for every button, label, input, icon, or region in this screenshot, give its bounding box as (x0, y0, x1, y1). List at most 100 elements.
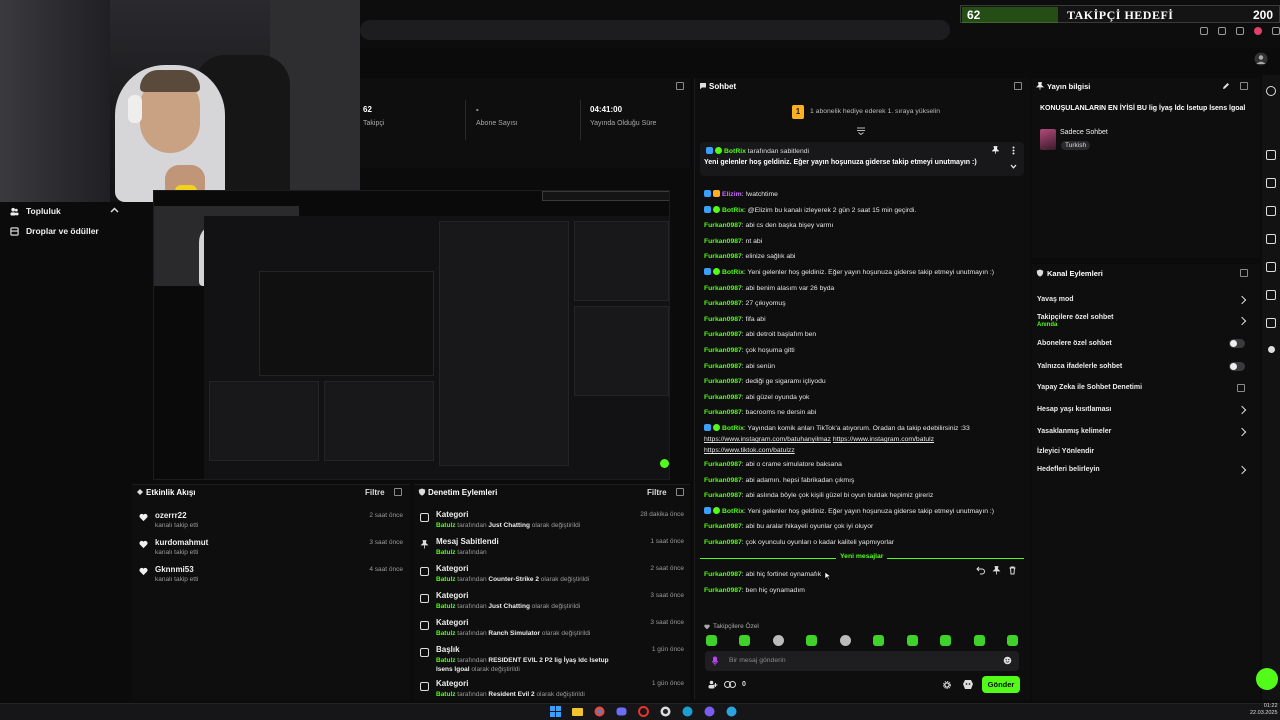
chat-message[interactable]: Furkan0987: abi senün (704, 361, 1024, 372)
instagram-link[interactable]: https://www.instagram.com/batuhanyilmaz (704, 436, 831, 443)
star-icon[interactable] (1200, 27, 1208, 35)
address-bar[interactable] (360, 20, 950, 40)
file-explorer-icon[interactable] (572, 706, 583, 717)
extension-icon[interactable] (1218, 27, 1226, 35)
instagram-link[interactable]: https://www.instagram.com/batulz (833, 436, 934, 443)
discord-icon[interactable] (616, 706, 627, 717)
emote-icon[interactable] (839, 635, 851, 646)
pinned-message[interactable]: BotRix tarafından sabitlendi Yeni gelenl… (700, 142, 1024, 176)
chat-message[interactable]: Furkan0987: abi o crame simulatore baksa… (704, 459, 1024, 470)
chat-message[interactable]: Furkan0987: ben hiç oynamadım (704, 585, 1024, 596)
document-icon[interactable] (1266, 206, 1276, 216)
emote-icon[interactable] (1006, 635, 1018, 646)
sidebar-icon[interactable] (1236, 27, 1244, 35)
emoji-icon[interactable] (1003, 656, 1012, 665)
chrome-icon[interactable] (594, 706, 605, 717)
expand-icon[interactable] (1266, 262, 1276, 272)
channel-action-item[interactable]: İzleyici Yönlendir (1037, 448, 1249, 458)
channel-action-item[interactable]: Yalnızca ifadelerle sohbet (1037, 362, 1249, 373)
chat-message[interactable]: Furkan0987: çok oyunculu oyunları o kada… (704, 537, 1024, 548)
chat-message[interactable]: Furkan0987: abi benim alasım var 26 byda (704, 283, 1024, 294)
users-icon[interactable] (708, 680, 718, 689)
emote-icon[interactable] (873, 635, 885, 646)
chevron-down-icon[interactable] (1010, 164, 1017, 169)
chat-message[interactable]: Furkan0987: bacrooms ne dersin abi (704, 407, 1024, 418)
moderation-popout-icon[interactable] (676, 488, 684, 496)
chat-input[interactable]: Bir mesaj gönderin (705, 651, 1019, 671)
chat-username[interactable]: Furkan0987 (704, 222, 742, 229)
chat-username[interactable]: BotRix (722, 269, 744, 276)
emote-icon[interactable] (739, 635, 751, 646)
app-icon[interactable] (704, 706, 715, 717)
stats-popout-icon[interactable] (676, 82, 684, 90)
menu-icon[interactable] (1272, 27, 1280, 35)
chat-message[interactable]: BotRix: @Elizim bu kanalı izleyerek 2 gü… (704, 205, 1024, 216)
channel-action-item[interactable]: Hesap yaşı kısıtlaması (1037, 405, 1249, 416)
chat-username[interactable]: Furkan0987 (704, 409, 742, 416)
moderation-filter-button[interactable]: Filtre (647, 488, 667, 497)
chat-username[interactable]: Furkan0987 (704, 394, 742, 401)
stream-preview[interactable] (153, 190, 670, 480)
chat-message[interactable]: Furkan0987: dediği ge sigaramı içliyodu (704, 376, 1024, 387)
chat-username[interactable]: Furkan0987 (704, 300, 742, 307)
chat-username[interactable]: Furkan0987 (704, 571, 742, 578)
reply-icon[interactable] (976, 566, 985, 575)
chat-message[interactable]: Furkan0987: abi cs den başka bişey varmı (704, 220, 1024, 231)
channel-action-item[interactable]: Hedefleri belirleyin (1037, 465, 1249, 476)
chat-username[interactable]: Furkan0987 (704, 331, 742, 338)
chat-username[interactable]: Furkan0987 (704, 363, 742, 370)
toggle-switch[interactable] (1229, 339, 1245, 348)
chat-username[interactable]: Furkan0987 (704, 253, 742, 260)
emote-icon[interactable] (906, 635, 918, 646)
chat-username[interactable]: Furkan0987 (704, 316, 742, 323)
stream-info-popout-icon[interactable] (1240, 82, 1248, 90)
chevron-up-icon[interactable] (110, 207, 119, 214)
emote-icon[interactable] (973, 635, 985, 646)
lightning-icon[interactable] (1266, 178, 1276, 188)
refresh-icon[interactable] (1266, 86, 1276, 96)
emote-picker-icon[interactable] (962, 679, 974, 690)
chat-username[interactable]: Furkan0987 (704, 539, 742, 546)
channel-action-item[interactable]: Abonelere özel sohbet (1037, 339, 1249, 350)
chat-username[interactable]: Furkan0987 (704, 461, 742, 468)
obs-icon[interactable] (660, 706, 671, 717)
chat-username[interactable]: Furkan0987 (704, 477, 742, 484)
chat-message[interactable]: BotRix: Yayından komik anları TikTok'a a… (704, 423, 994, 456)
chat-username[interactable]: BotRix (722, 508, 744, 515)
sidebar-item-community[interactable]: Topluluk (10, 206, 61, 216)
support-bubble-icon[interactable] (1256, 668, 1278, 690)
share-icon[interactable] (1268, 346, 1275, 353)
chat-username[interactable]: BotRix (722, 207, 744, 214)
chat-message[interactable]: Furkan0987: nt abi (704, 236, 1024, 247)
chat-username[interactable]: Furkan0987 (704, 378, 742, 385)
chat-username[interactable]: Elizim (722, 191, 742, 198)
delete-icon[interactable] (1008, 566, 1017, 575)
chat-message[interactable]: Furkan0987: abi adamın. hepsi fabrikadan… (704, 475, 1024, 486)
chat-message[interactable]: Furkan0987: çok hoşuma gitti (704, 345, 1024, 356)
storage-icon[interactable] (1266, 290, 1276, 300)
chat-message[interactable]: Elizim: !watchtime (704, 189, 1024, 200)
chat-username[interactable]: Furkan0987 (704, 285, 742, 292)
activity-popout-icon[interactable] (394, 488, 402, 496)
link-icon[interactable] (724, 681, 736, 688)
emote-icon[interactable] (706, 635, 717, 646)
chat-username[interactable]: Furkan0987 (704, 238, 742, 245)
more-icon[interactable] (1012, 146, 1015, 155)
profile-avatar[interactable] (1254, 27, 1262, 35)
chat-bubble-icon[interactable] (1266, 234, 1276, 244)
chat-message[interactable]: Furkan0987: elinize sağlık abi (704, 251, 1024, 262)
wrench-icon[interactable] (1266, 318, 1276, 328)
chat-message[interactable]: BotRix: Yeni gelenler hoş geldiniz. Eğer… (704, 506, 1024, 517)
emote-icon[interactable] (772, 635, 784, 646)
pin-message-icon[interactable] (992, 566, 1001, 575)
chat-username[interactable]: Furkan0987 (704, 347, 742, 354)
user-avatar[interactable] (1254, 52, 1268, 66)
popout-icon[interactable] (1237, 384, 1245, 392)
chat-username[interactable]: BotRix (722, 425, 744, 432)
chat-popout-icon[interactable] (1014, 82, 1022, 90)
chat-message[interactable]: Furkan0987: abi güzel oyunda yok (704, 392, 1024, 403)
tiktok-link[interactable]: https://www.tiktok.com/batulzz (704, 447, 795, 454)
chat-message[interactable]: Furkan0987: 27 çıkıyomuş (704, 298, 1024, 309)
sidebar-item-drops[interactable]: Droplar ve ödüller (10, 226, 99, 236)
chat-username[interactable]: Furkan0987 (704, 523, 742, 530)
